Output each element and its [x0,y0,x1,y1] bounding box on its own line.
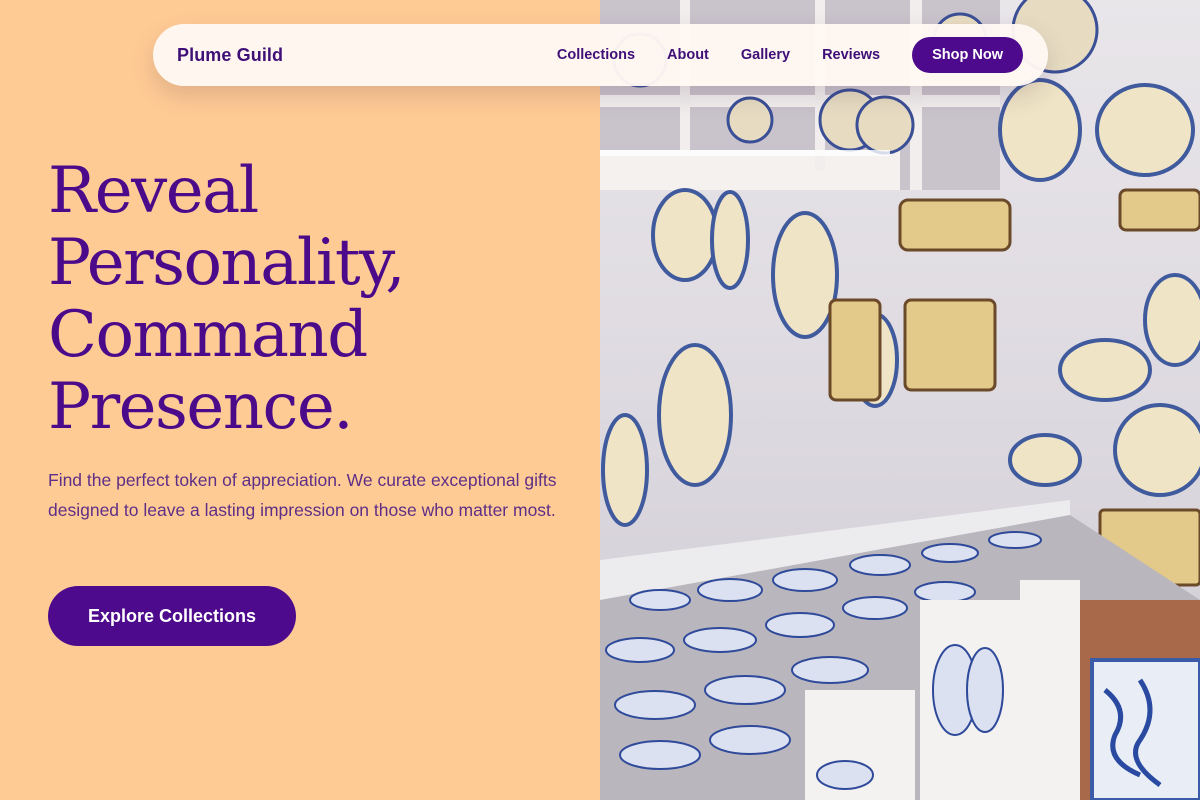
hero-title-line: Personality, [48,226,406,300]
explore-collections-button[interactable]: Explore Collections [48,586,296,646]
nav-links: Collections About Gallery Reviews Shop N… [557,37,1023,73]
hero-title-line: Command [48,298,368,372]
nav-link-gallery[interactable]: Gallery [741,47,790,63]
brand-logo[interactable]: Plume Guild [177,45,283,66]
hero-title-line: Reveal [48,154,259,228]
hero-title: Reveal Personality, Command Presence. [48,155,588,443]
top-nav: Plume Guild Collections About Gallery Re… [153,24,1048,86]
nav-link-collections[interactable]: Collections [557,47,635,63]
nav-link-reviews[interactable]: Reviews [822,47,880,63]
nav-link-about[interactable]: About [667,47,709,63]
ceramics-display-illustration [600,0,1200,800]
hero-image [600,0,1200,800]
hero-subtitle: Find the perfect token of appreciation. … [48,470,557,520]
shop-now-button[interactable]: Shop Now [912,37,1023,73]
hero-title-line: Presence. [48,370,354,444]
